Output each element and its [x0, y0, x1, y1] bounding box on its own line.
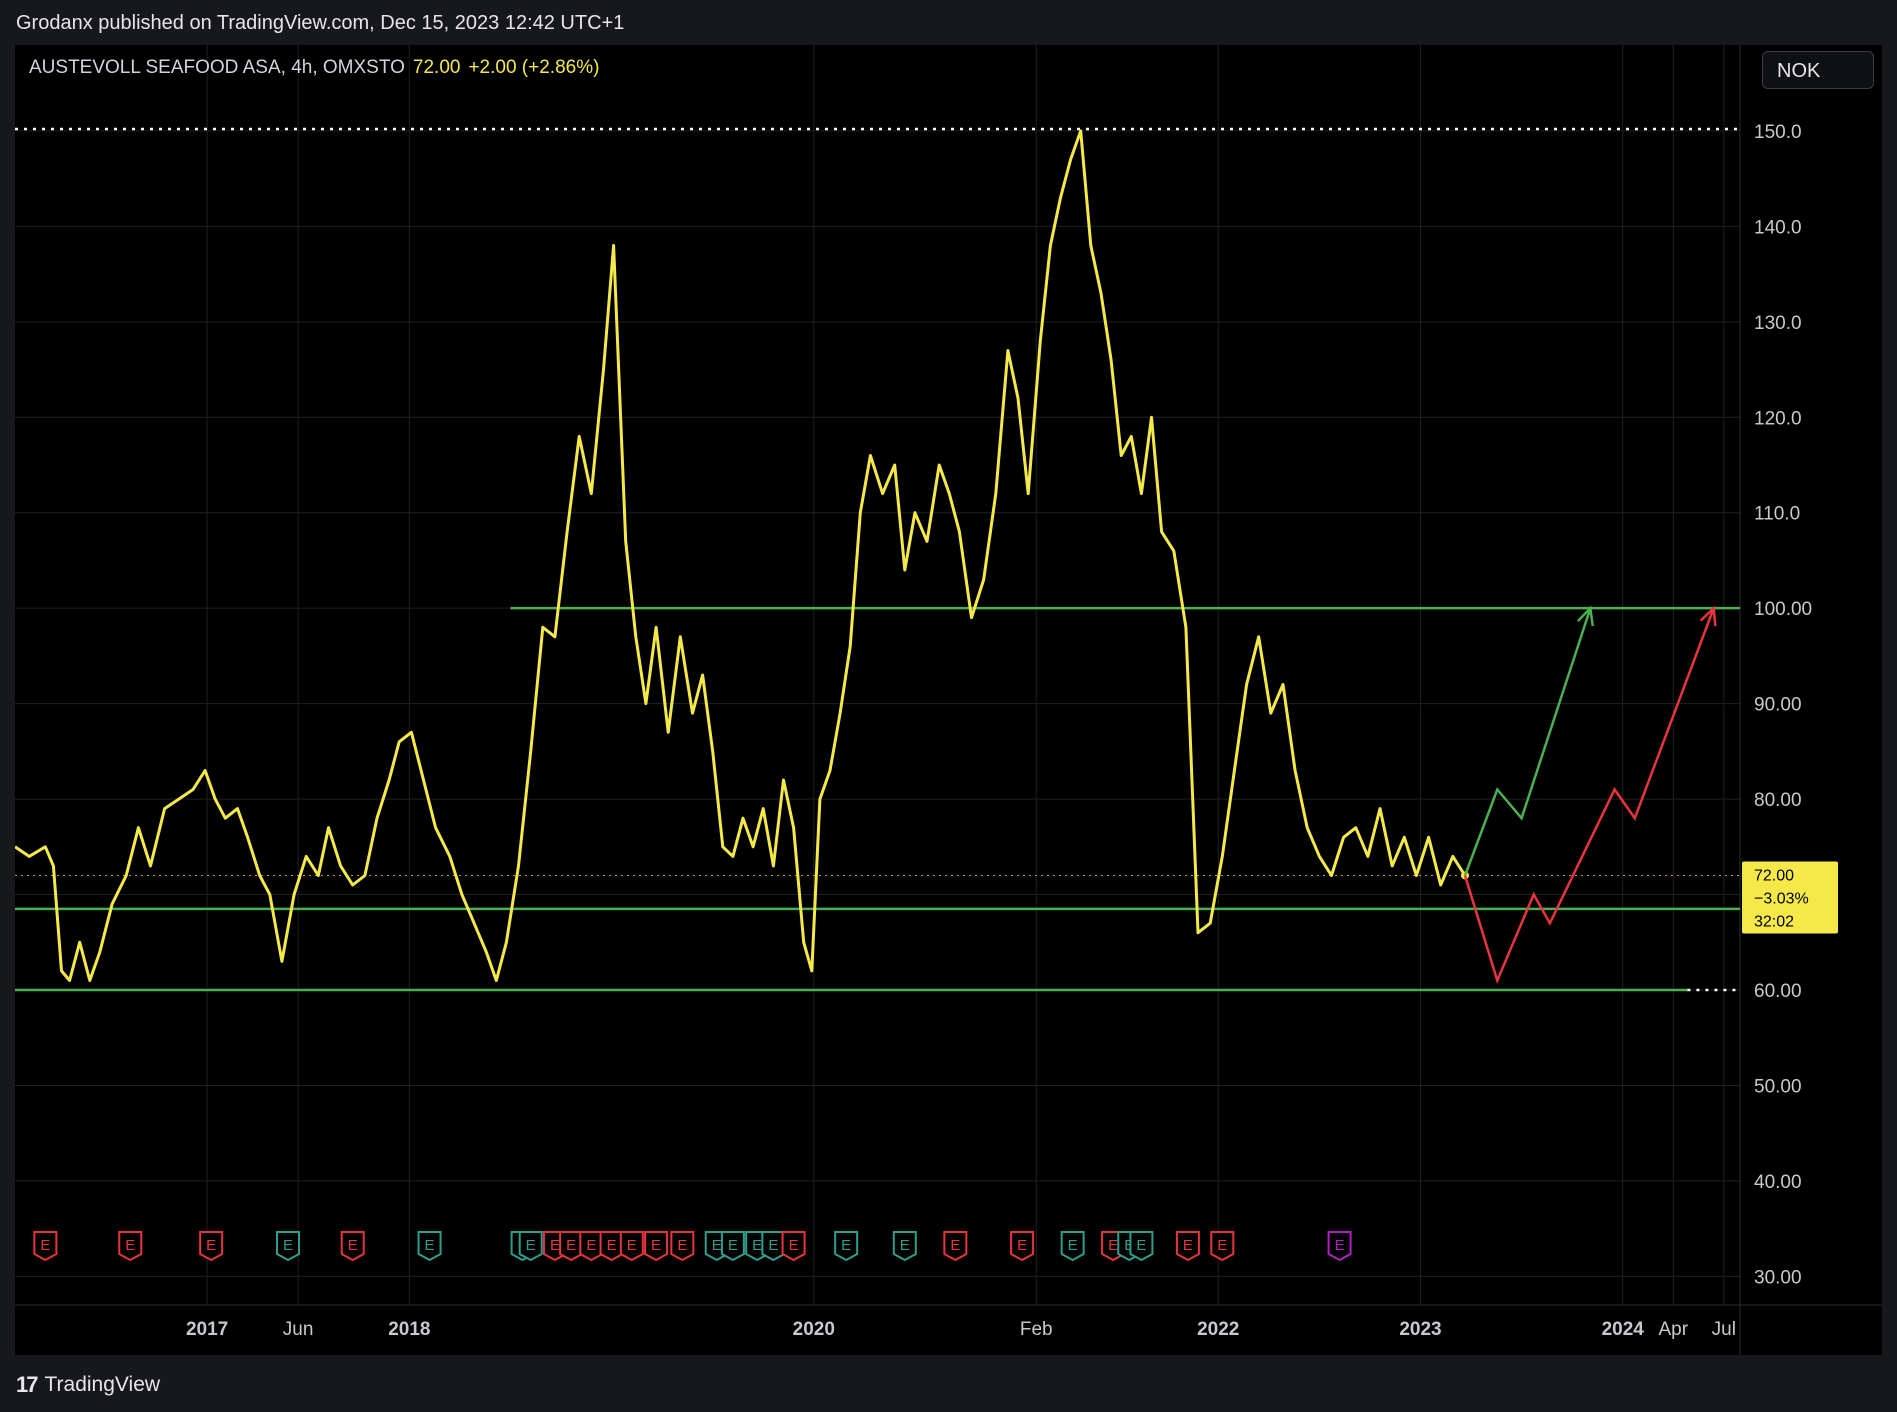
footer: 17 TradingView [16, 1372, 160, 1398]
x-tick-label: 2022 [1197, 1319, 1239, 1340]
earnings-badge-label: E [1068, 1237, 1078, 1254]
x-tick-label: 2020 [793, 1319, 835, 1340]
symbol-name: AUSTEVOLL SEAFOOD ASA, 4h, OMXSTO [29, 57, 405, 78]
earnings-badge-label: E [841, 1237, 851, 1254]
earnings-badge-label: E [125, 1237, 135, 1254]
earnings-badge-label: E [206, 1237, 216, 1254]
y-tick-label: 80.00 [1754, 790, 1802, 811]
earnings-badge-label: E [1183, 1237, 1193, 1254]
earnings-badge-label: E [550, 1237, 560, 1254]
projection-path [1463, 607, 1592, 876]
x-tick-label: Apr [1658, 1319, 1688, 1340]
earnings-badge-label: E [651, 1237, 661, 1254]
price-chart[interactable]: 150.0 140.0 130.0 120.0 110.0 100.00 90.00 80.0… [15, 45, 1882, 1355]
current-price-badge-line: 72.00 [1754, 867, 1794, 884]
tradingview-logo-icon: 17 [16, 1372, 39, 1397]
earnings-badge-label: E [40, 1237, 50, 1254]
y-tick-label: 120.0 [1754, 408, 1802, 429]
earnings-badge-label: E [526, 1237, 536, 1254]
y-tick-label: 60.00 [1754, 981, 1802, 1002]
earnings-badge-label: E [728, 1237, 738, 1254]
earnings-badge-label: E [677, 1237, 687, 1254]
legend-change: +2.00 (+2.86%) [468, 57, 600, 78]
earnings-badge-label: E [1217, 1237, 1227, 1254]
earnings-badge-label: E [425, 1237, 435, 1254]
earnings-badge-label: E [712, 1237, 722, 1254]
x-tick-label: 2018 [388, 1319, 430, 1340]
earnings-badge-label: E [1335, 1237, 1345, 1254]
earnings-badge-label: E [1108, 1237, 1118, 1254]
earnings-badge-label: E [607, 1237, 617, 1254]
earnings-badge-label: E [1136, 1237, 1146, 1254]
x-tick-label: 2024 [1602, 1319, 1645, 1340]
price-series-line [15, 129, 1467, 982]
earnings-badge-label: E [752, 1237, 762, 1254]
symbol-legend[interactable]: AUSTEVOLL SEAFOOD ASA, 4h, OMXSTO 72.00 +2… [29, 57, 599, 79]
currency-button[interactable]: NOK [1762, 51, 1874, 89]
earnings-badge-label: E [768, 1237, 778, 1254]
y-tick-label: 30.00 [1754, 1267, 1802, 1288]
earnings-badge-label: E [566, 1237, 576, 1254]
y-tick-label: 40.00 [1754, 1172, 1802, 1193]
y-tick-label: 90.00 [1754, 695, 1802, 716]
x-tick-label: 2023 [1399, 1319, 1441, 1340]
x-tick-label: Feb [1020, 1319, 1053, 1340]
chart-frame[interactable]: 150.0 140.0 130.0 120.0 110.0 100.00 90.00 80.0… [15, 45, 1882, 1355]
y-tick-label: 50.00 [1754, 1076, 1802, 1097]
earnings-badge-label: E [348, 1237, 358, 1254]
earnings-badge-label: E [586, 1237, 596, 1254]
current-price-badge-line: −3.03% [1754, 890, 1809, 907]
y-tick-label: 130.0 [1754, 313, 1802, 334]
footer-brand: TradingView [44, 1373, 161, 1396]
earnings-badge-label: E [283, 1237, 293, 1254]
legend-price: 72.00 [412, 57, 461, 78]
earnings-badge-label: E [1017, 1237, 1027, 1254]
current-price-badge-line: 32:02 [1754, 913, 1794, 930]
y-tick-label: 110.0 [1754, 504, 1800, 525]
y-tick-label: 140.0 [1754, 217, 1802, 238]
x-tick-label: Jul [1712, 1319, 1736, 1340]
earnings-badge-label: E [789, 1237, 799, 1254]
y-tick-label: 100.00 [1754, 599, 1812, 620]
publisher-line: Grodanx published on TradingView.com, De… [16, 12, 625, 34]
x-tick-label: Jun [283, 1319, 314, 1340]
earnings-badge-label: E [900, 1237, 910, 1254]
x-tick-label: 2017 [186, 1319, 228, 1340]
y-tick-label: 150.0 [1754, 122, 1802, 143]
earnings-badge-label: E [950, 1237, 960, 1254]
earnings-badge-label: E [627, 1237, 637, 1254]
